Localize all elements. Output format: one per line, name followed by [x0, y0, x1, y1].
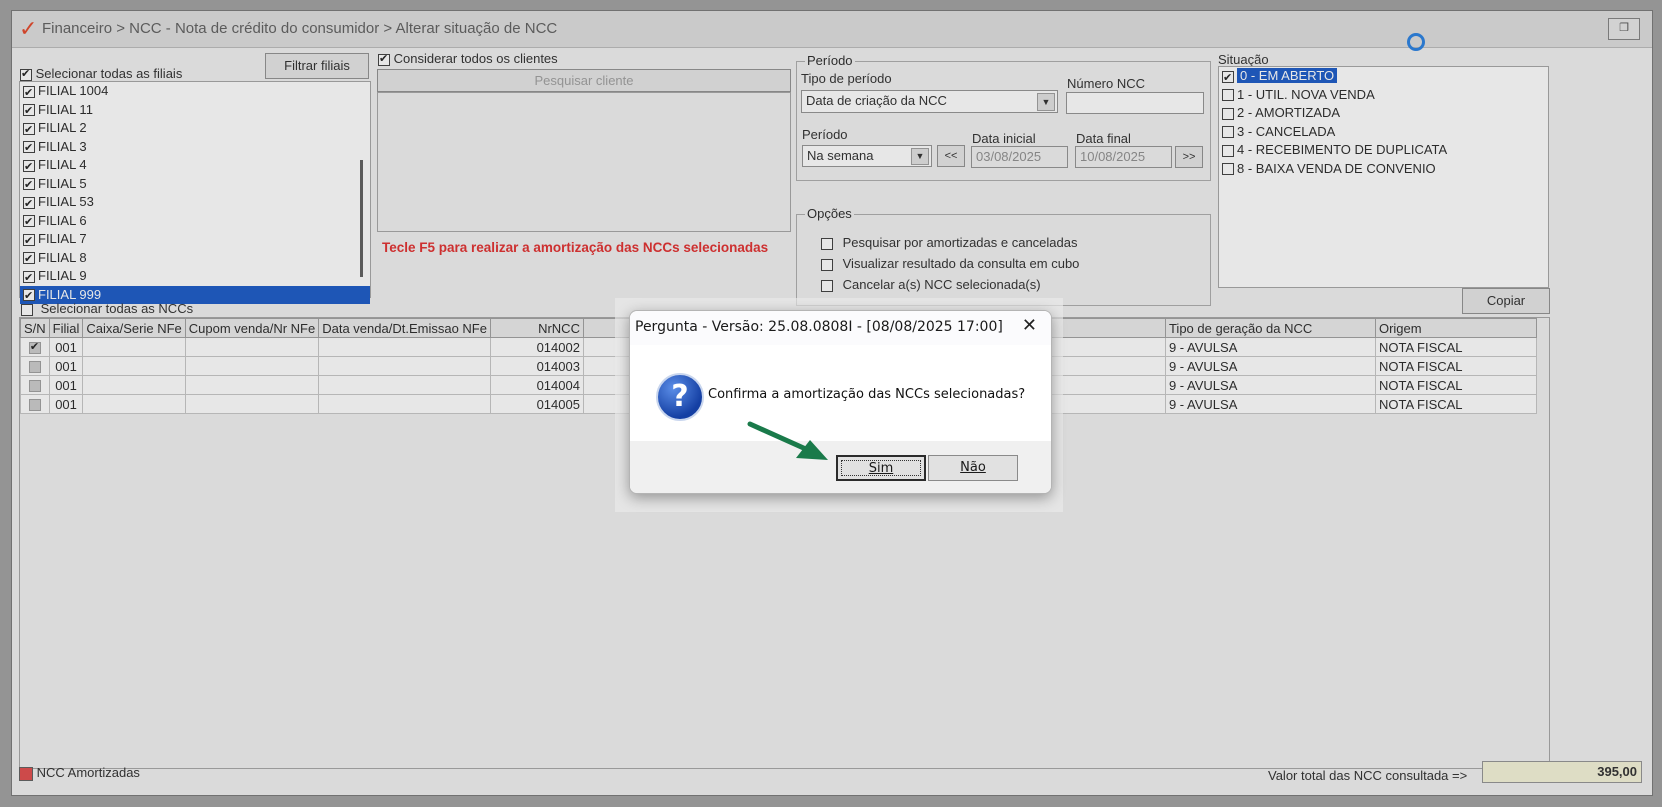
question-icon: ?: [656, 373, 704, 421]
focus-ring: [841, 460, 921, 476]
dialog-message: Confirma a amortização das NCCs selecion…: [708, 387, 1026, 402]
close-icon[interactable]: ✕: [1022, 315, 1037, 336]
dialog-footer: Sim Não: [630, 441, 1051, 493]
no-button[interactable]: Não: [928, 455, 1018, 481]
no-button-label: Não: [960, 460, 986, 475]
green-arrow-icon: [747, 421, 828, 460]
yes-button[interactable]: Sim: [836, 455, 926, 481]
dialog-titlebar: Pergunta - Versão: 25.08.0808I - [08/08/…: [630, 311, 1051, 345]
dialog-title: Pergunta - Versão: 25.08.0808I - [08/08/…: [635, 319, 1003, 335]
confirm-dialog: Pergunta - Versão: 25.08.0808I - [08/08/…: [629, 310, 1052, 494]
